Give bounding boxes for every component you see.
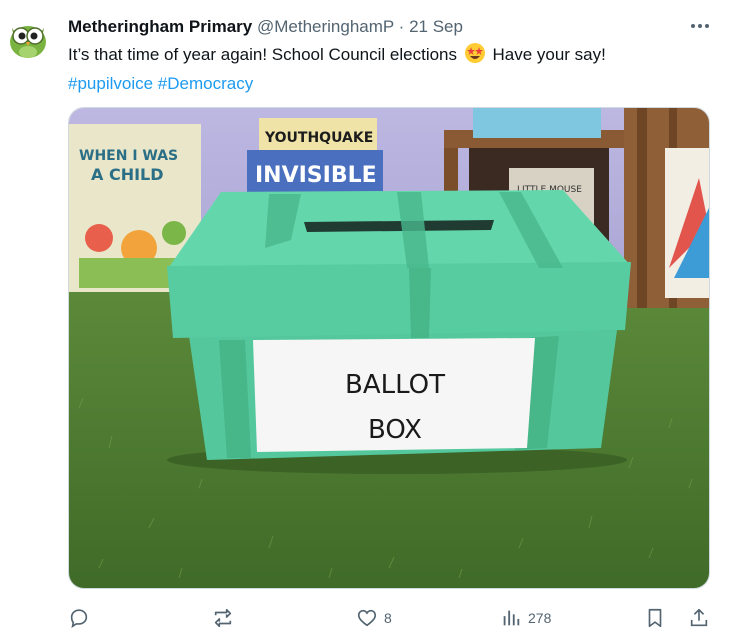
reply-icon [70, 609, 88, 628]
bookmark-icon [648, 608, 662, 628]
author-name[interactable]: Metheringham Primary [68, 17, 252, 36]
svg-text:WHEN I WAS: WHEN I WAS [79, 148, 178, 164]
hashtag-pupilvoice[interactable]: #pupilvoice [68, 74, 153, 93]
svg-text:A CHILD: A CHILD [91, 165, 164, 184]
more-options-button[interactable] [686, 14, 714, 38]
tweet-header: Metheringham Primary @MetheringhamP · 21… [68, 16, 671, 38]
tweet-actions: 8 278 [68, 604, 718, 634]
tweet-date[interactable]: 21 Sep [409, 17, 463, 36]
tweet-text-part2: Have your say! [492, 45, 606, 64]
more-dots-icon [691, 24, 709, 28]
views-count: 278 [528, 610, 552, 626]
svg-text:YOUTHQUAKE: YOUTHQUAKE [264, 130, 373, 146]
ballot-box-photo: WHEN I WAS A CHILD YOUTHQUAKE INVISIBLE … [69, 108, 709, 588]
reply-button[interactable] [68, 604, 90, 632]
hashtag-democracy[interactable]: #Democracy [158, 74, 253, 93]
share-button[interactable] [688, 604, 710, 632]
tweet-text: It’s that time of year again! School Cou… [68, 42, 708, 96]
retweet-icon [214, 608, 232, 628]
bookmark-button[interactable] [644, 604, 666, 632]
tweet-text-part1: It’s that time of year again! School Cou… [68, 45, 458, 64]
owl-avatar-icon [4, 14, 52, 62]
avatar[interactable] [4, 14, 52, 62]
like-button[interactable]: 8 [356, 604, 392, 632]
author-handle[interactable]: @MetheringhamP [257, 17, 394, 36]
svg-text:INVISIBLE: INVISIBLE [255, 163, 377, 188]
star-struck-emoji-icon [464, 42, 486, 71]
book-youthquake: YOUTHQUAKE [259, 118, 377, 154]
share-icon [690, 608, 708, 627]
views-button[interactable]: 278 [500, 604, 551, 632]
separator-dot: · [398, 17, 405, 36]
ballot-label-line2: BOX [368, 415, 422, 445]
retweet-button[interactable] [212, 604, 234, 632]
like-count: 8 [384, 610, 392, 626]
views-icon [503, 610, 520, 626]
tweet-image[interactable]: WHEN I WAS A CHILD YOUTHQUAKE INVISIBLE … [68, 107, 710, 589]
book-invisible: INVISIBLE [247, 150, 383, 194]
heart-icon [357, 609, 377, 627]
book-right-colourful [665, 148, 709, 298]
ballot-label-line1: BALLOT [345, 370, 445, 400]
